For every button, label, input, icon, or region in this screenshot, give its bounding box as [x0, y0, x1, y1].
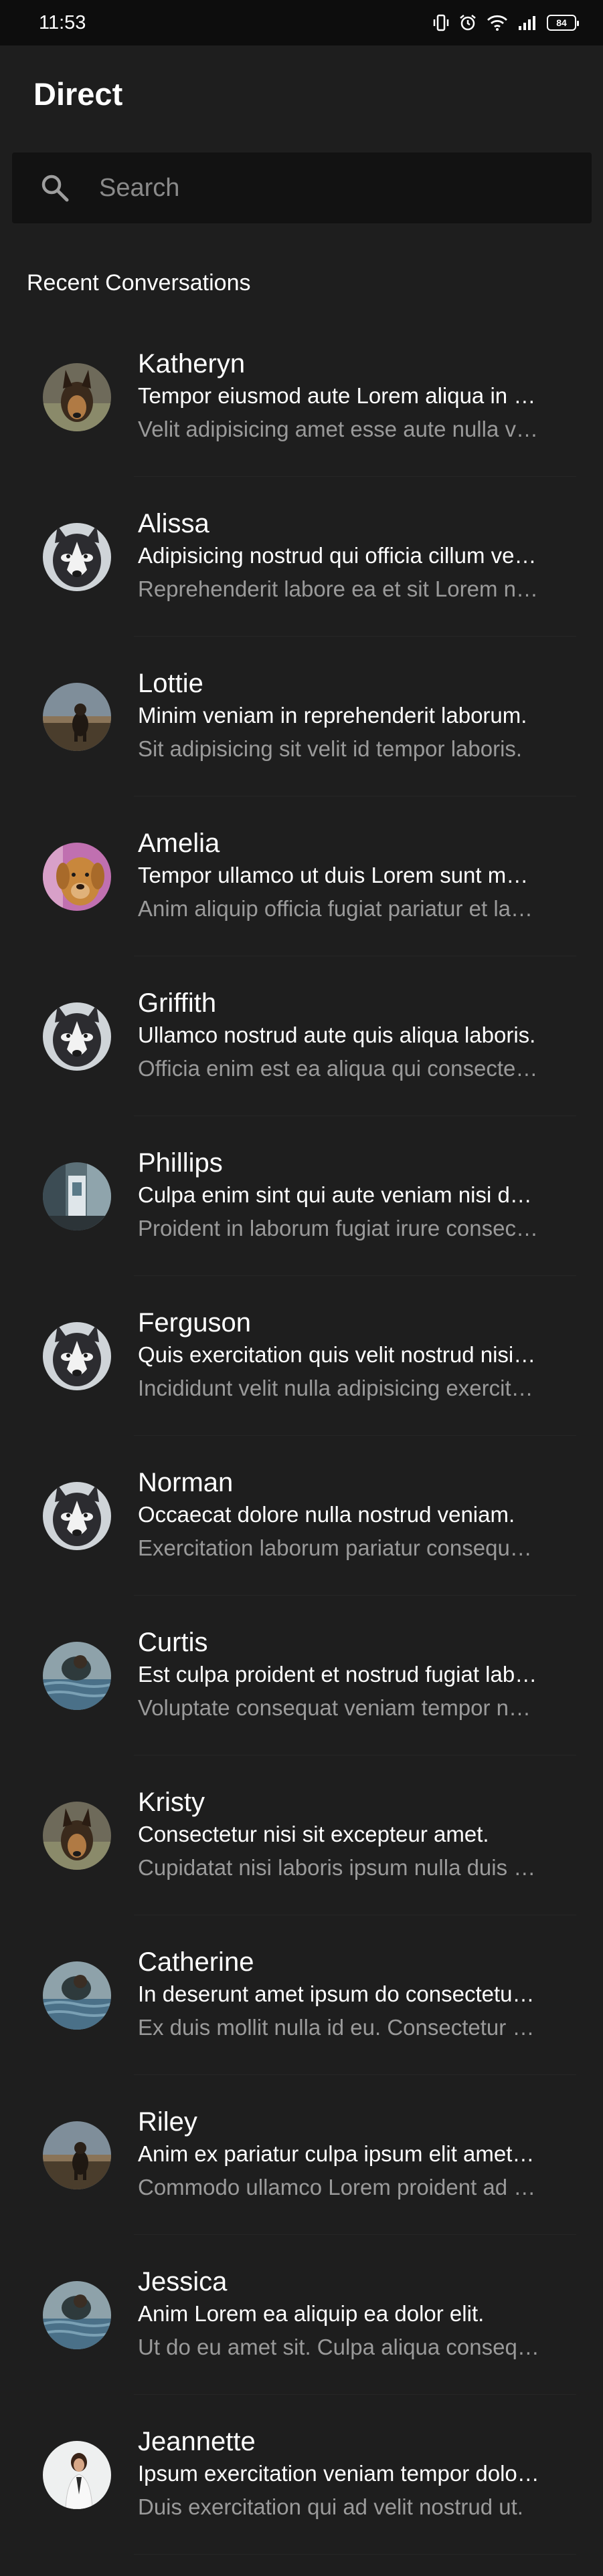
section-title: Recent Conversations	[27, 270, 251, 296]
contact-name: Alissa	[138, 508, 209, 538]
vibrate-icon	[433, 13, 449, 32]
message-preview: Tempor ullamco ut duis Lorem sunt mollit…	[138, 862, 539, 887]
status-bar: 11:53 84	[0, 0, 603, 45]
conversation-text: Katheryn Tempor eiusmod aute Lorem aliqua…	[138, 348, 539, 446]
search-bar[interactable]	[12, 152, 592, 223]
avatar	[43, 362, 111, 431]
avatar	[43, 2440, 111, 2509]
avatar	[43, 2280, 111, 2349]
conversation-list: Katheryn Tempor eiusmod aute Lorem aliqua…	[0, 317, 603, 2555]
conversation-text: Jessica Anim Lorem ea aliquip ea dolor el…	[138, 2266, 539, 2364]
message-preview-secondary: Officia enim est ea aliqua qui consectet…	[138, 1055, 539, 1081]
message-preview-secondary: Reprehenderit labore ea et sit Lorem nos…	[138, 576, 539, 601]
avatar	[43, 1321, 111, 1390]
conversation-text: Kristy Consectetur nisi sit excepteur ame…	[138, 1787, 539, 1885]
contact-name: Riley	[138, 2107, 197, 2137]
message-preview: Anim ex pariatur culpa ipsum elit amet d…	[138, 2141, 539, 2166]
message-preview: Ullamco nostrud aute quis aliqua laboris…	[138, 1022, 536, 1047]
conversation-item[interactable]: Phillips Culpa enim sint qui aute veniam …	[0, 1116, 603, 1276]
avatar	[43, 1002, 111, 1071]
conversation-text: Alissa Adipisicing nostrud qui officia ci…	[138, 508, 539, 606]
message-preview-secondary: Velit adipisicing amet esse aute nulla v…	[138, 416, 539, 441]
search-input[interactable]	[99, 173, 527, 203]
search-icon	[40, 173, 70, 203]
message-preview-secondary: Exercitation laborum pariatur consequat …	[138, 1535, 539, 1560]
conversation-text: Griffith Ullamco nostrud aute quis aliqua…	[138, 988, 539, 1085]
conversation-item[interactable]: Lottie Minim veniam in reprehenderit labo…	[0, 637, 603, 796]
message-preview: Est culpa proident et nostrud fugiat lab…	[138, 1661, 539, 1687]
conversation-item[interactable]: Ferguson Quis exercitation quis velit nos…	[0, 1276, 603, 1436]
alarm-icon	[458, 13, 477, 32]
conversation-item[interactable]: Riley Anim ex pariatur culpa ipsum elit a…	[0, 2075, 603, 2235]
conversation-item[interactable]: Alissa Adipisicing nostrud qui officia ci…	[0, 477, 603, 637]
conversation-item[interactable]: Griffith Ullamco nostrud aute quis aliqua…	[0, 956, 603, 1116]
message-preview: Occaecat dolore nulla nostrud veniam.	[138, 1501, 515, 1527]
contact-name: Ferguson	[138, 1307, 251, 1337]
avatar	[43, 1641, 111, 1710]
wifi-icon	[487, 14, 508, 31]
message-preview-secondary: Cupidatat nisi laboris ipsum nulla duis …	[138, 1854, 539, 1880]
conversation-text: Lottie Minim veniam in reprehenderit labo…	[138, 668, 539, 766]
contact-name: Norman	[138, 1467, 234, 1497]
contact-name: Curtis	[138, 1627, 208, 1657]
app-header: Direct	[0, 45, 603, 142]
battery-icon: 84	[547, 15, 579, 31]
contact-name: Catherine	[138, 1947, 254, 1977]
message-preview-secondary: Commodo ullamco Lorem proident ad esse.	[138, 2174, 539, 2199]
message-preview: In deserunt amet ipsum do consectetur el…	[138, 1981, 539, 2006]
message-preview-secondary: Proident in laborum fugiat irure consect…	[138, 1215, 539, 1241]
contact-name: Jessica	[138, 2266, 228, 2296]
message-preview: Anim Lorem ea aliquip ea dolor elit.	[138, 2300, 485, 2326]
message-preview: Culpa enim sint qui aute veniam nisi dol…	[138, 1182, 539, 1207]
conversation-text: Riley Anim ex pariatur culpa ipsum elit a…	[138, 2107, 539, 2204]
contact-name: Griffith	[138, 988, 217, 1018]
avatar	[43, 1801, 111, 1870]
signal-icon	[517, 14, 537, 31]
message-preview: Tempor eiusmod aute Lorem aliqua in exce…	[138, 383, 539, 408]
conversation-item[interactable]: Jeannette Ipsum exercitation veniam tempo…	[0, 2395, 603, 2555]
conversation-text: Jeannette Ipsum exercitation veniam tempo…	[138, 2426, 539, 2524]
conversation-text: Norman Occaecat dolore nulla nostrud veni…	[138, 1467, 539, 1565]
message-preview-secondary: Voluptate consequat veniam tempor nostru…	[138, 1695, 539, 1720]
conversation-item[interactable]: Jessica Anim Lorem ea aliquip ea dolor el…	[0, 2235, 603, 2395]
conversation-item[interactable]: Amelia Tempor ullamco ut duis Lorem sunt …	[0, 796, 603, 956]
conversation-text: Catherine In deserunt amet ipsum do conse…	[138, 1947, 539, 2044]
message-preview: Quis exercitation quis velit nostrud nis…	[138, 1341, 539, 1367]
message-preview-secondary: Ex duis mollit nulla id eu. Consectetur …	[138, 2014, 539, 2040]
conversation-item[interactable]: Curtis Est culpa proident et nostrud fugi…	[0, 1596, 603, 1755]
conversation-text: Phillips Culpa enim sint qui aute veniam …	[138, 1148, 539, 1245]
page-title: Direct	[33, 76, 123, 112]
contact-name: Jeannette	[138, 2426, 256, 2456]
message-preview: Minim veniam in reprehenderit laborum.	[138, 702, 527, 728]
message-preview: Ipsum exercitation veniam tempor dolore.	[138, 2460, 539, 2486]
message-preview-secondary: Anim aliquip officia fugiat pariatur et …	[138, 895, 539, 921]
conversation-text: Ferguson Quis exercitation quis velit nos…	[138, 1307, 539, 1405]
contact-name: Lottie	[138, 668, 203, 698]
message-preview-secondary: Incididunt velit nulla adipisicing exerc…	[138, 1375, 539, 1400]
conversation-item[interactable]: Catherine In deserunt amet ipsum do conse…	[0, 1915, 603, 2075]
conversation-item[interactable]: Norman Occaecat dolore nulla nostrud veni…	[0, 1436, 603, 1596]
avatar	[43, 1162, 111, 1230]
avatar	[43, 1961, 111, 2030]
conversation-text: Curtis Est culpa proident et nostrud fugi…	[138, 1627, 539, 1725]
conversation-text: Amelia Tempor ullamco ut duis Lorem sunt …	[138, 828, 539, 926]
conversation-item[interactable]: Kristy Consectetur nisi sit excepteur ame…	[0, 1755, 603, 1915]
contact-name: Amelia	[138, 828, 220, 858]
avatar	[43, 682, 111, 751]
message-preview: Consectetur nisi sit excepteur amet.	[138, 1821, 489, 1846]
status-time: 11:53	[39, 11, 86, 33]
message-preview-secondary: Sit adipisicing sit velit id tempor labo…	[138, 736, 523, 761]
message-preview: Adipisicing nostrud qui officia cillum v…	[138, 542, 539, 568]
message-preview-secondary: Duis exercitation qui ad velit nostrud u…	[138, 2494, 523, 2519]
status-icons: 84	[433, 13, 579, 32]
contact-name: Kristy	[138, 1787, 205, 1817]
conversation-item[interactable]: Katheryn Tempor eiusmod aute Lorem aliqua…	[0, 317, 603, 477]
contact-name: Phillips	[138, 1148, 223, 1178]
message-preview-secondary: Ut do eu amet sit. Culpa aliqua consequa…	[138, 2334, 539, 2359]
avatar	[43, 1481, 111, 1550]
avatar	[43, 2121, 111, 2189]
avatar	[43, 842, 111, 911]
contact-name: Katheryn	[138, 348, 246, 379]
avatar	[43, 522, 111, 591]
